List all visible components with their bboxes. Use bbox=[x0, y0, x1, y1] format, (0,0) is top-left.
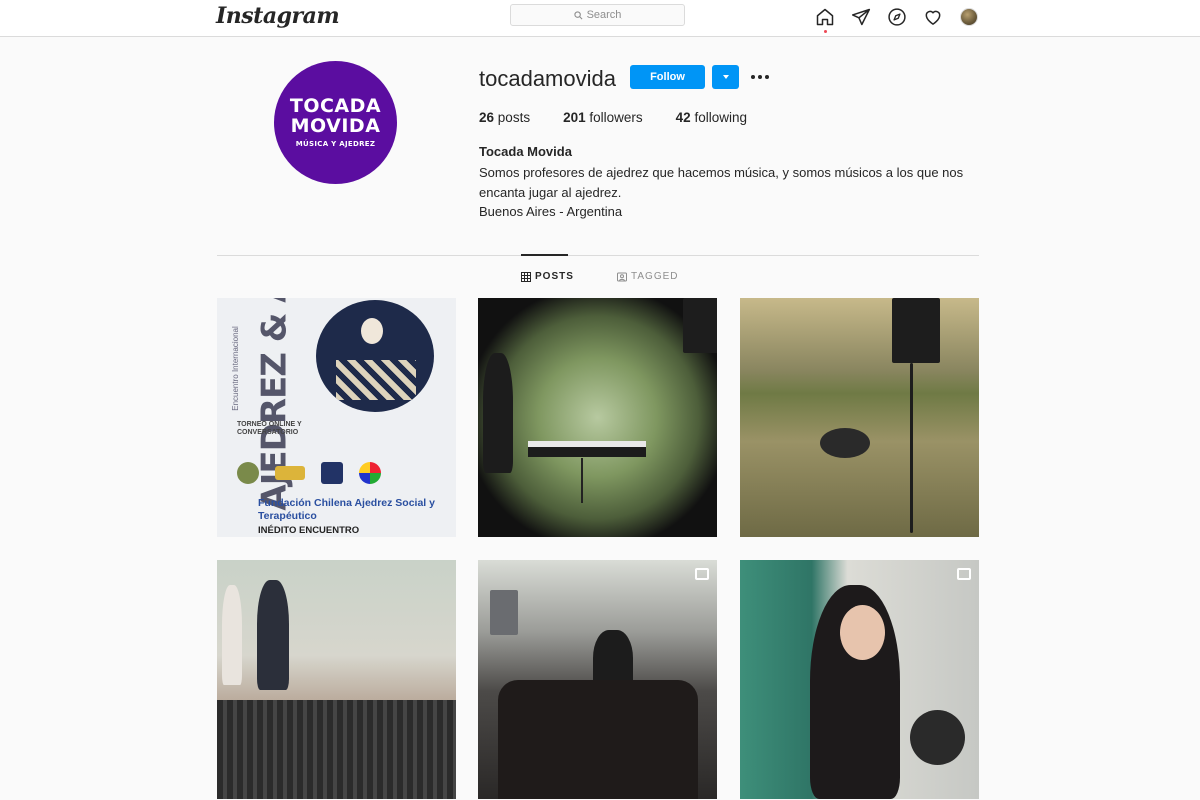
explore-button[interactable] bbox=[886, 6, 908, 28]
avatar-text-line1: TOCADA bbox=[289, 95, 382, 117]
crowd-image bbox=[498, 680, 698, 799]
sponsor-logo bbox=[359, 462, 381, 484]
grid-icon bbox=[521, 271, 531, 282]
sponsor-logo bbox=[275, 466, 305, 480]
more-dot-icon bbox=[758, 75, 762, 79]
tab-tagged[interactable]: TAGGED bbox=[617, 271, 678, 282]
speaker-image bbox=[892, 298, 940, 363]
nav-avatar bbox=[960, 8, 978, 26]
tab-tagged-label: TAGGED bbox=[631, 271, 679, 282]
profile-stats: 26 posts 201 followers 42 following bbox=[479, 110, 780, 125]
tag-icon bbox=[617, 272, 627, 281]
tab-posts-label: POSTS bbox=[535, 271, 574, 282]
poster-subtitle: TORNEO ONLINE Y CONVERSATORIO bbox=[237, 421, 302, 436]
singer-face-image bbox=[840, 605, 885, 660]
bio-line: Somos profesores de ajedrez que hacemos … bbox=[479, 165, 964, 180]
keyboard-image bbox=[528, 441, 646, 457]
bio-line: encanta jugar al ajedrez. bbox=[479, 184, 622, 200]
sponsor-logo bbox=[237, 462, 259, 484]
activity-button[interactable] bbox=[922, 6, 944, 28]
posts-stat: 26 posts bbox=[479, 110, 531, 125]
following-stat[interactable]: 42 following bbox=[676, 110, 747, 125]
profile-avatar[interactable]: TOCADA MOVIDA MÚSICA Y AJEDREZ bbox=[274, 61, 397, 184]
post-thumbnail[interactable] bbox=[478, 560, 717, 799]
instagram-logo[interactable]: Instagram bbox=[216, 3, 340, 29]
more-dot-icon bbox=[751, 75, 755, 79]
bio-location: Buenos Aires - Argentina bbox=[479, 204, 623, 219]
speaker-stand-image bbox=[910, 363, 913, 533]
speaker-image bbox=[683, 298, 717, 353]
poster-logos bbox=[237, 458, 442, 488]
explore-icon bbox=[888, 8, 906, 26]
follow-button[interactable]: Follow bbox=[630, 65, 705, 89]
keyboard-stand-image bbox=[581, 458, 583, 503]
video-icon bbox=[957, 568, 971, 580]
sponsor-logo bbox=[321, 462, 343, 484]
followers-stat[interactable]: 201 followers bbox=[563, 110, 643, 125]
person-image bbox=[257, 580, 289, 690]
tab-posts[interactable]: POSTS bbox=[521, 271, 574, 282]
mixer-image bbox=[217, 700, 456, 799]
search-input[interactable]: Search bbox=[510, 4, 685, 26]
post-thumbnail[interactable] bbox=[478, 298, 717, 537]
avatar-text-line2: MOVIDA bbox=[290, 115, 381, 137]
direct-icon bbox=[851, 8, 871, 26]
heart-icon bbox=[925, 10, 941, 25]
profile-bio: Somos profesores de ajedrez que hacemos … bbox=[479, 163, 979, 222]
avatar-text-line3: MÚSICA Y AJEDREZ bbox=[295, 140, 376, 148]
direct-button[interactable] bbox=[850, 6, 872, 28]
suggested-accounts-button[interactable] bbox=[712, 65, 739, 89]
search-icon bbox=[573, 10, 583, 19]
post-thumbnail[interactable]: Encuentro Internacional AJEDREZ & ARTE T… bbox=[217, 298, 456, 537]
speaker-image bbox=[490, 590, 518, 635]
tabs-divider bbox=[217, 255, 979, 256]
poster-small-title: Encuentro Internacional bbox=[230, 325, 240, 411]
top-nav: Instagram Search bbox=[0, 0, 1200, 37]
home-icon bbox=[816, 8, 834, 26]
notification-dot bbox=[824, 30, 827, 33]
drum-kit-image bbox=[820, 428, 870, 458]
more-options-button[interactable] bbox=[750, 67, 770, 87]
drum-image bbox=[910, 710, 965, 765]
more-dot-icon bbox=[765, 75, 769, 79]
video-icon bbox=[695, 568, 709, 580]
home-button[interactable] bbox=[814, 6, 836, 33]
post-thumbnail[interactable] bbox=[740, 298, 979, 537]
profile-full-name: Tocada Movida bbox=[479, 144, 572, 159]
chevron-down-icon bbox=[722, 75, 729, 79]
active-tab-indicator bbox=[521, 254, 568, 256]
post-thumbnail[interactable] bbox=[740, 560, 979, 799]
person-image bbox=[222, 585, 242, 685]
poster-foundation: Fundación Chilena Ajedrez Social y Terap… bbox=[258, 497, 435, 522]
poster-illustration bbox=[316, 300, 434, 412]
post-thumbnail[interactable] bbox=[217, 560, 456, 799]
person-image bbox=[483, 353, 513, 473]
profile-button[interactable] bbox=[958, 6, 980, 28]
profile-username: tocadamovida bbox=[479, 66, 616, 91]
poster-footer: INÉDITO ENCUENTRO bbox=[258, 525, 360, 536]
search-placeholder: Search bbox=[586, 9, 622, 21]
